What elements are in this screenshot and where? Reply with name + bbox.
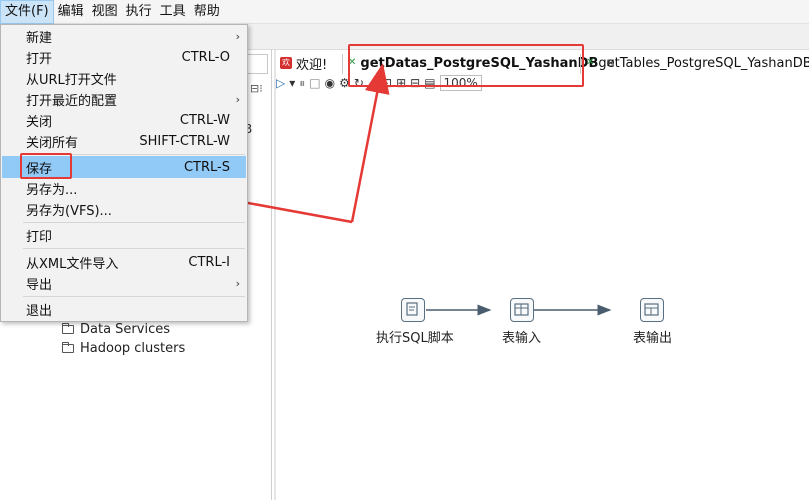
menu-edit[interactable]: 编辑 xyxy=(54,0,88,24)
welcome-icon: 欢 xyxy=(280,57,292,69)
menu-tools[interactable]: 工具 xyxy=(156,0,190,24)
tab-gettables[interactable]: ✕ getTables_PostgreSQL_YashanDB xyxy=(582,52,809,74)
sql-script-icon[interactable] xyxy=(401,298,425,322)
menu-view[interactable]: 视图 xyxy=(88,0,122,24)
node-label-table-output: 表输出 xyxy=(633,331,673,346)
menu-item-label: 关闭所有 xyxy=(26,135,79,151)
menu-file[interactable]: 文件(F) xyxy=(0,0,54,24)
table-input-icon[interactable] xyxy=(510,298,534,322)
run-icon[interactable]: ▷ xyxy=(276,76,285,90)
node-label-sql-script: 执行SQL脚本 xyxy=(376,331,454,346)
stop-icon[interactable]: □ xyxy=(309,76,320,90)
pause-icon[interactable]: ⏸ xyxy=(299,76,305,91)
menu-separator xyxy=(23,296,245,297)
menu-item-label: 另存为... xyxy=(26,182,78,198)
menu-item-label: 打开 xyxy=(26,51,53,67)
tab-label: getTables_PostgreSQL_YashanDB xyxy=(598,55,809,71)
menu-item-print[interactable]: 打印 xyxy=(2,224,246,246)
menu-separator xyxy=(23,222,245,223)
menu-item-label: 另存为(VFS)... xyxy=(26,203,112,219)
preview-icon[interactable]: ◉ xyxy=(325,76,335,90)
menu-item-import-xml[interactable]: 从XML文件导入 CTRL-I xyxy=(2,251,246,273)
menu-item-label: 从XML文件导入 xyxy=(26,256,119,272)
expand-collapse-icon[interactable]: ⊟⁝ xyxy=(250,82,263,95)
table-output-icon[interactable] xyxy=(640,298,664,322)
transformation-icon: ✕ xyxy=(586,57,595,68)
menu-item-exit[interactable]: 退出 xyxy=(2,298,246,320)
menu-item-label: 打印 xyxy=(26,229,53,245)
left-search-input[interactable] xyxy=(246,54,268,74)
menu-item-label: 关闭 xyxy=(26,114,53,130)
menu-item-export[interactable]: 导出 › xyxy=(2,272,246,294)
menu-item-label: 从URL打开文件 xyxy=(26,72,117,88)
menu-item-open[interactable]: 打开 CTRL-O xyxy=(2,46,246,68)
menu-item-close-all[interactable]: 关闭所有 SHIFT-CTRL-W xyxy=(2,130,246,152)
menu-help[interactable]: 帮助 xyxy=(190,0,224,24)
menu-item-shortcut: CTRL-W xyxy=(179,112,230,128)
menu-item-open-url[interactable]: 从URL打开文件 xyxy=(2,67,246,89)
folder-icon xyxy=(62,342,74,353)
menu-item-close[interactable]: 关闭 CTRL-W xyxy=(2,109,246,131)
tree-item-label: Data Services xyxy=(80,322,170,337)
submenu-arrow-icon: › xyxy=(235,92,240,106)
submenu-arrow-icon: › xyxy=(235,276,240,290)
menu-item-label: 退出 xyxy=(26,303,53,319)
folder-icon xyxy=(62,323,74,334)
tree-item-data-services[interactable]: Data Services xyxy=(62,322,170,337)
tree-item-label: Hadoop clusters xyxy=(80,341,186,356)
annotation-box-save xyxy=(20,153,72,179)
menu-item-shortcut: SHIFT-CTRL-W xyxy=(139,133,230,149)
tab-welcome[interactable]: 欢 欢迎! xyxy=(276,52,342,74)
tree-item-hadoop-clusters[interactable]: Hadoop clusters xyxy=(62,341,185,356)
transformation-canvas[interactable] xyxy=(276,92,809,500)
menu-item-label: 新建 xyxy=(26,30,53,46)
menu-item-shortcut: CTRL-O xyxy=(181,49,230,65)
tab-label: 欢迎! xyxy=(296,57,328,73)
menu-item-save-as-vfs[interactable]: 另存为(VFS)... xyxy=(2,198,246,220)
menu-item-shortcut: CTRL-I xyxy=(188,254,230,270)
run-dropdown-icon[interactable]: ▾ xyxy=(289,76,295,90)
menu-separator xyxy=(23,248,245,249)
menu-run[interactable]: 执行 xyxy=(122,0,156,24)
menu-item-new[interactable]: 新建 › xyxy=(2,25,246,47)
annotation-box-tab xyxy=(348,44,584,87)
menu-item-shortcut: CTRL-S xyxy=(183,159,230,175)
tab-separator xyxy=(342,54,343,74)
menubar: 文件(F) 编辑 视图 执行 工具 帮助 xyxy=(0,0,809,24)
menu-item-open-recent[interactable]: 打开最近的配置 › xyxy=(2,88,246,110)
node-label-table-input: 表输入 xyxy=(502,331,542,346)
menu-item-label: 导出 xyxy=(26,277,53,293)
submenu-arrow-icon: › xyxy=(235,29,240,43)
menu-item-save-as[interactable]: 另存为... xyxy=(2,177,246,199)
menu-item-label: 打开最近的配置 xyxy=(26,93,118,109)
